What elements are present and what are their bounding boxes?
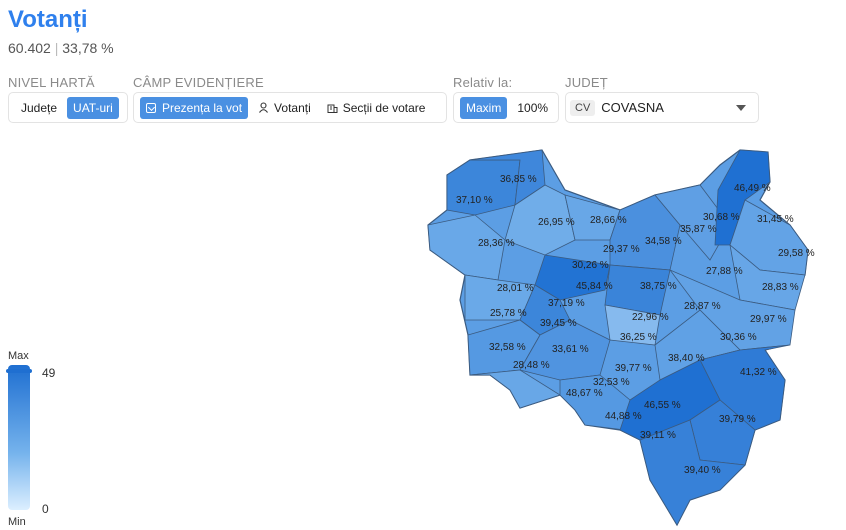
region-label: 27,88 %	[706, 266, 743, 277]
region-label: 48,67 %	[566, 388, 603, 399]
region-label: 29,97 %	[750, 314, 787, 325]
region-label: 28,48 %	[513, 360, 550, 371]
region-label: 25,78 %	[490, 308, 527, 319]
region-label: 39,77 %	[615, 363, 652, 374]
region-label: 28,36 %	[478, 238, 515, 249]
region-label: 37,19 %	[548, 298, 585, 309]
region-label: 36,25 %	[620, 332, 657, 343]
region-label: 39,79 %	[719, 414, 756, 425]
region-label: 46,49 %	[734, 183, 771, 194]
region-label: 39,40 %	[684, 465, 721, 476]
region-nw[interactable]	[446, 159, 521, 216]
region-label: 37,10 %	[456, 195, 493, 206]
region-label: 38,40 %	[668, 353, 705, 364]
region-label: 34,58 %	[645, 236, 682, 247]
county-map: 36,85 % 37,10 % 28,36 % 26,95 % 28,66 % 29,37…	[427, 149, 815, 527]
region-label: 39,11 %	[640, 430, 676, 441]
region-label: 28,01 %	[497, 283, 534, 294]
region-label: 41,32 %	[740, 367, 777, 378]
region-label: 31,45 %	[757, 214, 794, 225]
region-label: 26,95 %	[538, 217, 575, 228]
region-label: 36,85 %	[500, 174, 537, 185]
region-label: 33,61 %	[552, 344, 589, 355]
region-label: 29,37 %	[603, 244, 640, 255]
region-label: 28,66 %	[590, 215, 627, 226]
region-label: 39,45 %	[540, 318, 577, 329]
region-label: 32,53 %	[593, 377, 630, 388]
region-label: 46,55 %	[644, 400, 681, 411]
region-label: 29,58 %	[778, 248, 815, 259]
region-label: 45,84 %	[576, 281, 613, 292]
region-label: 28,83 %	[762, 282, 799, 293]
region-label: 22,96 %	[632, 312, 669, 323]
region-label: 30,68 %	[703, 212, 740, 223]
region-label: 28,87 %	[684, 301, 721, 312]
region-label: 30,36 %	[720, 332, 757, 343]
region-label: 38,75 %	[640, 281, 677, 292]
region-label: 35,87 %	[680, 224, 717, 235]
region-label: 32,58 %	[489, 342, 526, 353]
region-label: 44,88 %	[605, 411, 642, 422]
region-label: 30,26 %	[572, 260, 609, 271]
